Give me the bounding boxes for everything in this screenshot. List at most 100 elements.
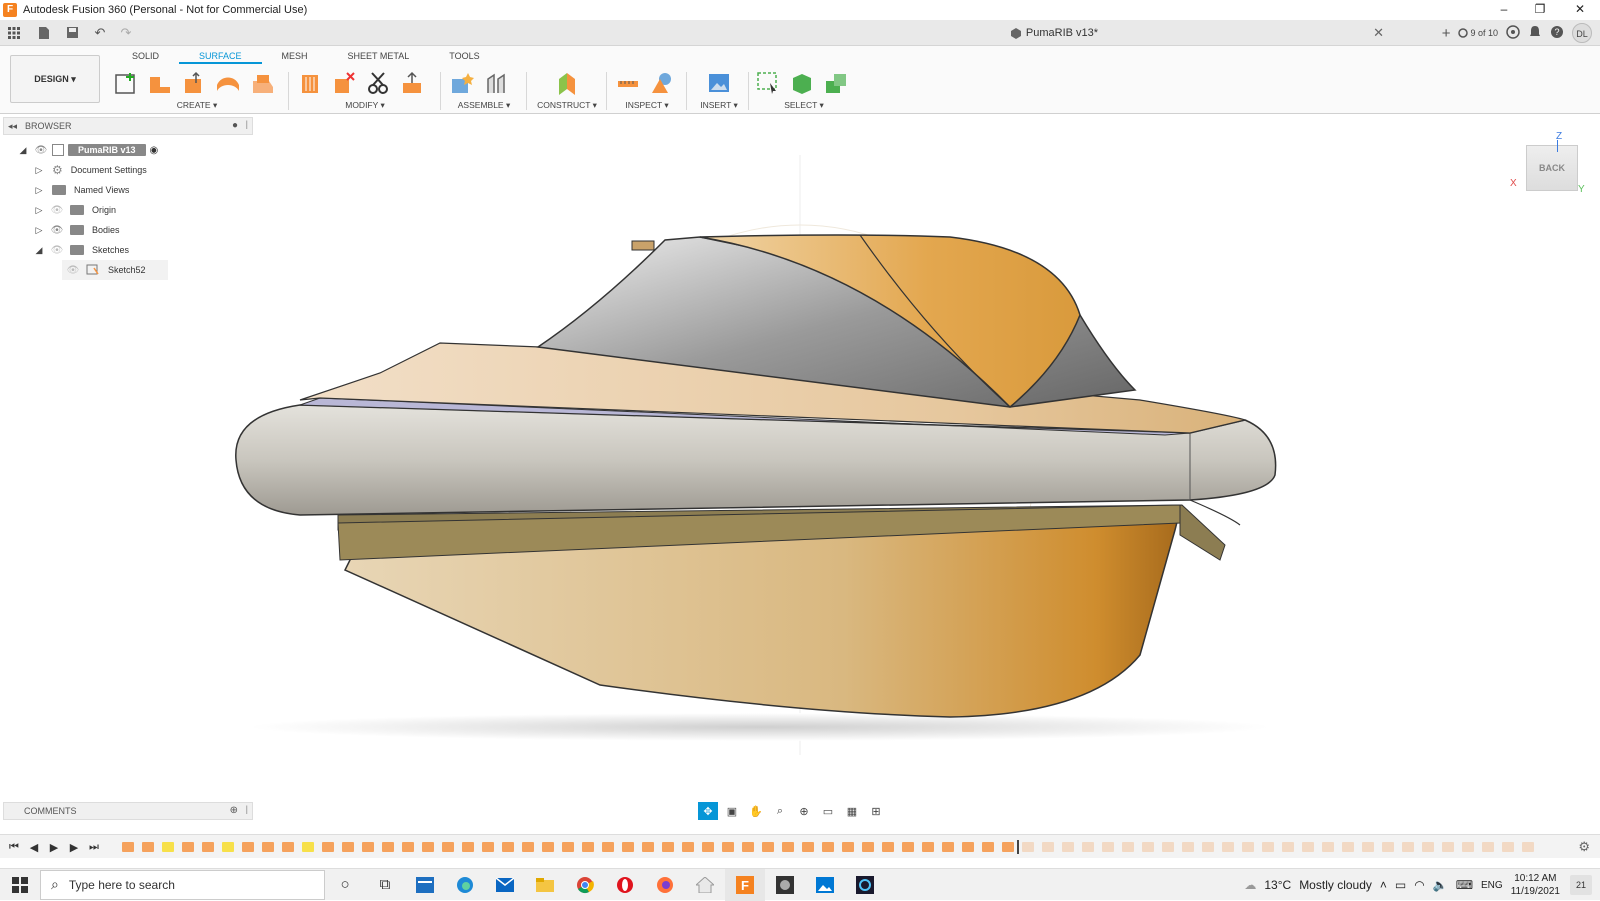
close-window-button[interactable]: ✕ — [1562, 0, 1598, 20]
opera-icon[interactable] — [605, 869, 645, 901]
timeline-feature-marker[interactable] — [822, 842, 834, 852]
visibility-eye-icon[interactable]: 👁 — [50, 204, 64, 216]
viewcube[interactable]: BACK — [1526, 145, 1578, 191]
timeline-track[interactable] — [120, 840, 1560, 854]
sweep-icon[interactable] — [214, 69, 242, 97]
timeline-feature-marker[interactable] — [862, 842, 874, 852]
battery-icon[interactable]: ▭ — [1395, 878, 1406, 892]
modify-group-label[interactable]: MODIFY ▾ — [296, 100, 434, 111]
help-icon[interactable]: ? — [1550, 25, 1564, 42]
look-at-icon[interactable]: ▣ — [722, 802, 742, 820]
display-settings-icon[interactable]: ▭ — [818, 802, 838, 820]
add-comment-icon[interactable]: ⊕ — [230, 805, 238, 816]
user-avatar[interactable]: DL — [1572, 23, 1592, 43]
notifications-bell-icon[interactable] — [1528, 25, 1542, 42]
tab-solid[interactable]: SOLID — [112, 48, 179, 64]
chrome-icon[interactable] — [565, 869, 605, 901]
show-hidden-icons-chevron-icon[interactable]: ˄ — [1380, 878, 1387, 892]
weather-temperature[interactable]: 13°C — [1264, 878, 1291, 892]
go-to-end-icon[interactable]: ⏭ — [86, 839, 102, 855]
timeline-feature-marker[interactable] — [842, 842, 854, 852]
tree-item-named-views[interactable]: ▷ Named Views — [32, 180, 260, 200]
timeline-feature-marker[interactable] — [162, 842, 174, 852]
timeline-feature-marker[interactable] — [322, 842, 334, 852]
new-tab-icon[interactable]: + — [1442, 25, 1451, 42]
visibility-eye-icon[interactable]: 👁 — [50, 224, 64, 236]
tab-mesh[interactable]: MESH — [262, 48, 328, 64]
timeline-feature-marker[interactable] — [1362, 842, 1374, 852]
file-explorer-icon[interactable] — [525, 869, 565, 901]
timeline-feature-marker[interactable] — [362, 842, 374, 852]
timeline-feature-marker[interactable] — [742, 842, 754, 852]
timeline-feature-marker[interactable] — [502, 842, 514, 852]
select-body-icon[interactable] — [788, 69, 816, 97]
notification-center-badge[interactable]: 21 — [1570, 875, 1592, 895]
timeline-feature-marker[interactable] — [482, 842, 494, 852]
taskbar-search-box[interactable]: ⌕ Type here to search — [40, 869, 325, 900]
fit-zoom-window-icon[interactable]: ⊕ — [794, 802, 814, 820]
restore-button[interactable]: ❐ — [1522, 0, 1558, 20]
file-menu-icon[interactable] — [33, 22, 55, 44]
timeline-feature-marker[interactable] — [642, 842, 654, 852]
timeline-feature-marker[interactable] — [202, 842, 214, 852]
collapse-triangle-icon[interactable]: ◢ — [16, 143, 30, 157]
timeline-feature-marker[interactable] — [802, 842, 814, 852]
construct-group-label[interactable]: CONSTRUCT ▾ — [534, 100, 600, 111]
timeline-feature-marker[interactable] — [1102, 842, 1114, 852]
windows-start-icon[interactable] — [0, 869, 40, 901]
timeline-feature-marker[interactable] — [522, 842, 534, 852]
joint-icon[interactable] — [482, 69, 510, 97]
inspect-group-label[interactable]: INSPECT ▾ — [614, 100, 680, 111]
create-sketch-icon[interactable] — [112, 69, 140, 97]
timeline-feature-marker[interactable] — [1282, 842, 1294, 852]
comments-panel-header[interactable]: COMMENTS ⊕ | — [3, 802, 253, 820]
comments-resize-handle[interactable]: | — [246, 804, 248, 814]
browser-pin-icon[interactable]: ● — [232, 120, 238, 131]
redo-icon[interactable]: ↷ — [115, 22, 137, 44]
grid-settings-icon[interactable]: ▦ — [842, 802, 862, 820]
timeline-feature-marker[interactable] — [702, 842, 714, 852]
timeline-feature-marker[interactable] — [562, 842, 574, 852]
timeline-feature-marker[interactable] — [382, 842, 394, 852]
timeline-feature-marker[interactable] — [922, 842, 934, 852]
timeline-feature-marker[interactable] — [682, 842, 694, 852]
tab-document[interactable]: PumaRIB v13* ✕ — [724, 23, 1384, 43]
taskbar-clock[interactable]: 10:12 AM 11/19/2021 — [1511, 872, 1560, 898]
timeline-feature-marker[interactable] — [1462, 842, 1474, 852]
timeline-feature-marker[interactable] — [422, 842, 434, 852]
timeline-feature-marker[interactable] — [1502, 842, 1514, 852]
timeline-feature-marker[interactable] — [1002, 842, 1014, 852]
timeline-feature-marker[interactable] — [722, 842, 734, 852]
timeline-feature-marker[interactable] — [1042, 842, 1054, 852]
timeline-feature-marker[interactable] — [1222, 842, 1234, 852]
timeline-feature-marker[interactable] — [342, 842, 354, 852]
go-to-start-icon[interactable]: ⏮ — [6, 839, 22, 855]
expand-triangle-icon[interactable]: ▷ — [32, 183, 46, 197]
timeline-feature-marker[interactable] — [1322, 842, 1334, 852]
tree-item-document-settings[interactable]: ▷ ⚙ Document Settings — [32, 160, 260, 180]
timeline-feature-marker[interactable] — [1262, 842, 1274, 852]
timeline-feature-marker[interactable] — [1022, 842, 1034, 852]
timeline-feature-marker[interactable] — [1062, 842, 1074, 852]
tab-tools[interactable]: TOOLS — [429, 48, 499, 64]
timeline-feature-marker[interactable] — [1122, 842, 1134, 852]
home-app-icon[interactable] — [685, 869, 725, 901]
timeline-feature-marker[interactable] — [662, 842, 674, 852]
timeline-feature-marker[interactable] — [882, 842, 894, 852]
close-tab-icon[interactable]: ✕ — [1373, 25, 1384, 41]
timeline-feature-marker[interactable] — [1202, 842, 1214, 852]
timeline-feature-marker[interactable] — [1162, 842, 1174, 852]
visibility-eye-icon[interactable]: 👁 — [34, 144, 48, 156]
offset-plane-icon[interactable] — [553, 69, 581, 97]
measure-icon[interactable] — [614, 69, 642, 97]
delete-face-icon[interactable] — [330, 69, 358, 97]
visibility-eye-icon[interactable]: 👁 — [50, 244, 64, 256]
photos-icon[interactable] — [805, 869, 845, 901]
browser-panel-header[interactable]: ◂◂ BROWSER ● | — [3, 117, 253, 135]
timeline-feature-marker[interactable] — [602, 842, 614, 852]
loft-icon[interactable] — [248, 69, 276, 97]
timeline-feature-marker[interactable] — [582, 842, 594, 852]
timeline-feature-marker[interactable] — [622, 842, 634, 852]
terminal-app-icon[interactable] — [845, 869, 885, 901]
zoom-icon[interactable]: ⌕ — [770, 802, 790, 820]
